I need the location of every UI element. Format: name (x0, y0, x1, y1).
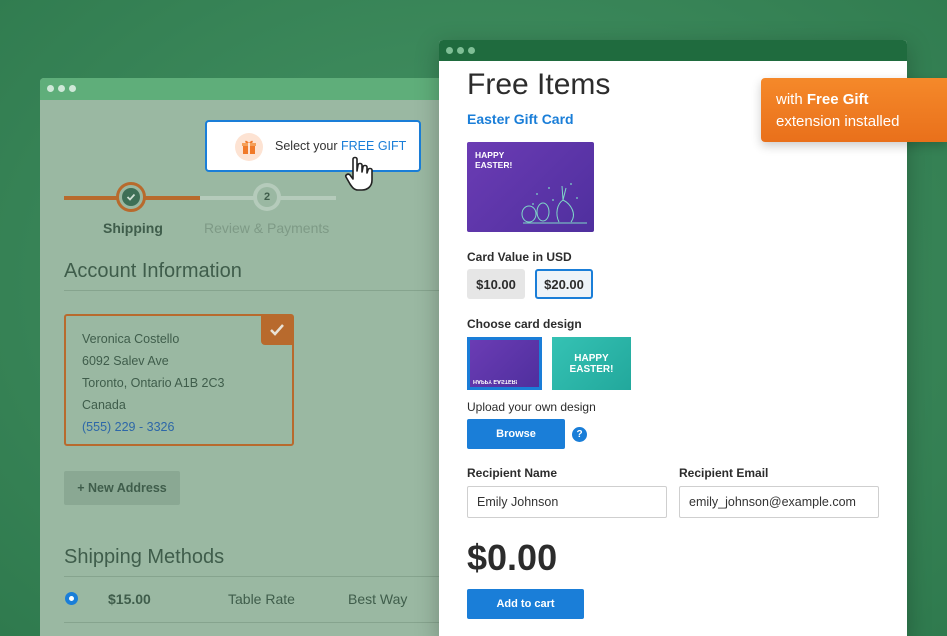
recipient-email-input[interactable]: emily_johnson@example.com (679, 486, 879, 518)
card-value-10-button[interactable]: $10.00 (467, 269, 525, 299)
recipient-name-input[interactable]: Emily Johnson (467, 486, 667, 518)
price-display: $0.00 (467, 537, 558, 578)
address-street: 6092 Salev Ave (82, 354, 169, 368)
check-icon (126, 193, 136, 201)
window-controls[interactable] (446, 47, 475, 54)
divider (64, 290, 444, 291)
recipient-email-label: Recipient Email (679, 466, 769, 480)
add-to-cart-button[interactable]: Add to cart (467, 589, 584, 619)
account-info-heading: Account Information (64, 260, 242, 282)
free-gift-highlight: FREE GIFT (341, 139, 407, 153)
design-option-text: HAPPY EASTER! (473, 378, 518, 384)
recipient-name-label: Recipient Name (467, 466, 558, 480)
address-name: Veronica Costello (82, 332, 180, 346)
card-value-20-button[interactable]: $20.00 (535, 269, 593, 299)
divider (64, 576, 444, 577)
card-design-label: Choose card design (467, 317, 582, 331)
badge-line-2: extension installed (776, 113, 900, 130)
checkout-window: Select your FREE GIFT 2 Shipping Review … (40, 78, 460, 636)
shipping-method-name: Table Rate (228, 591, 295, 607)
shipping-method-row[interactable]: $15.00 Table Rate Best Way (64, 590, 444, 610)
badge-line-1: with Free Gift (776, 91, 869, 108)
upload-design-label: Upload your own design (467, 400, 596, 414)
shipping-price: $15.00 (108, 591, 151, 607)
checkout-stepper: 2 Shipping Review & Payments (64, 182, 364, 242)
extension-badge: with Free Gift extension installed (761, 78, 947, 142)
window-controls[interactable] (47, 85, 76, 92)
page-title: Free Items (467, 68, 611, 101)
window-titlebar (40, 78, 460, 100)
address-card[interactable]: Veronica Costello 6092 Salev Ave Toronto… (64, 314, 294, 446)
easter-bunny-icon (521, 183, 587, 224)
address-phone[interactable]: (555) 229 - 3326 (82, 416, 276, 438)
card-design-option-teal[interactable]: HAPPY EASTER! (552, 337, 631, 390)
free-gift-callout[interactable]: Select your FREE GIFT (205, 120, 421, 172)
step-shipping-label: Shipping (103, 220, 163, 236)
shipping-methods-heading: Shipping Methods (64, 546, 225, 568)
step-review-label: Review & Payments (204, 220, 330, 236)
gift-card-preview: HAPPY EASTER! (467, 142, 594, 232)
card-value-label: Card Value in USD (467, 250, 572, 264)
address-city: Toronto, Ontario A1B 2C3 (82, 376, 225, 390)
badge-highlight: Free Gift (806, 91, 869, 108)
address-country: Canada (82, 398, 126, 412)
new-address-button[interactable]: + New Address (64, 471, 180, 505)
shipping-method-radio[interactable] (65, 592, 78, 605)
product-name-link[interactable]: Easter Gift Card (467, 111, 574, 127)
step-review-indicator[interactable]: 2 (253, 183, 281, 211)
card-design-option-purple[interactable]: HAPPY EASTER! (467, 337, 542, 390)
step-shipping-indicator[interactable] (116, 182, 146, 212)
selected-check-icon (261, 315, 293, 345)
window-titlebar (439, 40, 907, 61)
divider (64, 622, 444, 623)
browse-button[interactable]: Browse (467, 419, 565, 449)
design-option-text: HAPPY EASTER! (569, 352, 614, 375)
gift-icon (235, 133, 263, 161)
shipping-carrier: Best Way (348, 591, 408, 607)
help-icon[interactable]: ? (572, 427, 587, 442)
free-gift-callout-text: Select your FREE GIFT (275, 139, 407, 153)
